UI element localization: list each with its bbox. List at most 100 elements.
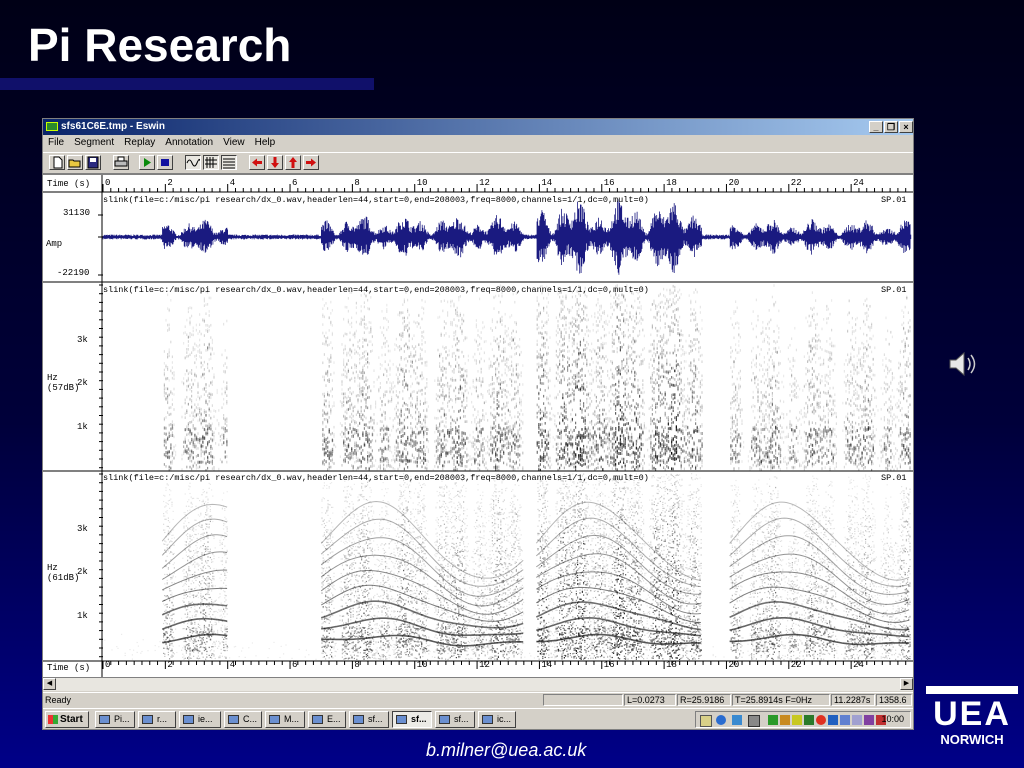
- time-tick-label: 10: [417, 178, 428, 188]
- stop-button[interactable]: [157, 155, 173, 170]
- status-time-freq: T=25.8914s F=0Hz: [732, 694, 830, 706]
- play-button[interactable]: [139, 155, 155, 170]
- status-blank: [543, 694, 623, 706]
- time-tick-label: 4: [230, 178, 235, 188]
- close-icon: ×: [903, 122, 908, 132]
- tray-ie-icon[interactable]: [716, 715, 726, 725]
- uea-logo: UEA NORWICH: [926, 686, 1018, 758]
- window-titlebar[interactable]: sfs61C6E.tmp - Eswin _ ❐ ×: [43, 119, 913, 135]
- tray-security-icon[interactable]: [864, 715, 874, 725]
- time-tick-label: 8: [354, 660, 359, 670]
- arrow-left-button[interactable]: [249, 155, 265, 170]
- restore-button[interactable]: ❐: [884, 121, 898, 133]
- waveform-ylabel: Amp: [46, 239, 62, 249]
- waveform-trace: [102, 199, 912, 275]
- taskbar-app-icon: [353, 715, 364, 724]
- waveform-view-button[interactable]: [185, 155, 201, 170]
- taskbar-button-label: ie...: [198, 714, 213, 724]
- stop-icon: [161, 159, 169, 166]
- menu-replay[interactable]: Replay: [119, 135, 160, 151]
- narrowband-tick-3k: 3k: [77, 524, 88, 534]
- time-axis-bottom: [102, 661, 907, 669]
- tray-refresh-icon[interactable]: [780, 715, 790, 725]
- lines-view-button[interactable]: [221, 155, 237, 170]
- tray-volume-icon[interactable]: [792, 715, 802, 725]
- tray-doc-icon[interactable]: [700, 715, 712, 727]
- restore-icon: ❐: [887, 122, 895, 132]
- footer-email[interactable]: b.milner@uea.ac.uk: [426, 740, 586, 761]
- time-tick-label: 0: [105, 660, 110, 670]
- print-button[interactable]: [113, 155, 129, 170]
- logo-norwich-text: NORWICH: [926, 732, 1018, 748]
- menu-help[interactable]: Help: [250, 135, 281, 151]
- arrow-right-button[interactable]: [303, 155, 319, 170]
- taskbar-button[interactable]: sf...: [435, 711, 475, 728]
- save-button[interactable]: [85, 155, 101, 170]
- tray-desktop-icon[interactable]: [732, 715, 742, 725]
- taskbar-button-label: sf...: [368, 714, 383, 724]
- tray-network-icon[interactable]: [768, 715, 778, 725]
- taskbar-button-label: Pi...: [114, 714, 130, 724]
- close-button[interactable]: ×: [899, 121, 913, 133]
- taskbar-button[interactable]: ie...: [179, 711, 221, 728]
- spectrogram-view-button[interactable]: [203, 155, 219, 170]
- status-right-cursor: R=25.9186: [677, 694, 731, 706]
- taskbar-app-icon: [99, 715, 110, 724]
- scroll-left-arrow-icon[interactable]: ◀: [43, 678, 56, 690]
- new-file-icon: [53, 156, 63, 169]
- tray-antivirus-icon[interactable]: [816, 715, 826, 725]
- arrow-up-icon: [289, 157, 297, 168]
- time-tick-label: 20: [728, 178, 739, 188]
- menu-annotation[interactable]: Annotation: [160, 135, 218, 151]
- tray-monitor-icon[interactable]: [804, 715, 814, 725]
- waveform-source: slink(file=c:/misc/pi research/dx_0.wav,…: [103, 195, 649, 205]
- taskbar-clock[interactable]: 10:00: [881, 712, 904, 727]
- taskbar-app-icon: [142, 715, 153, 724]
- time-axis-label-bottom: Time (s): [47, 663, 90, 673]
- tray-keyboard-icon[interactable]: [852, 715, 862, 725]
- menu-segment[interactable]: Segment: [69, 135, 119, 151]
- tray-flag-icon[interactable]: [840, 715, 850, 725]
- menu-bar: File Segment Replay Annotation View Help: [43, 135, 913, 151]
- taskbar-button[interactable]: M...: [265, 711, 305, 728]
- narrowband-spectrogram: [104, 473, 912, 661]
- arrow-down-button[interactable]: [267, 155, 283, 170]
- arrow-right-icon: [306, 158, 316, 167]
- time-tick-label: 8: [354, 178, 359, 188]
- taskbar-button[interactable]: r...: [138, 711, 176, 728]
- system-tray: 10:00: [695, 711, 911, 728]
- scroll-right-arrow-icon[interactable]: ▶: [900, 678, 913, 690]
- time-tick-label: 2: [167, 660, 172, 670]
- time-tick-label: 2: [167, 178, 172, 188]
- time-tick-label: 20: [728, 660, 739, 670]
- taskbar-button[interactable]: E...: [308, 711, 346, 728]
- minimize-button[interactable]: _: [869, 121, 883, 133]
- app-icon: [46, 122, 58, 131]
- taskbar-button[interactable]: sf...: [349, 711, 389, 728]
- time-tick-label: 18: [666, 660, 677, 670]
- open-button[interactable]: [67, 155, 83, 170]
- horizontal-scrollbar[interactable]: ◀ ▶: [43, 677, 913, 691]
- menu-file[interactable]: File: [43, 135, 69, 151]
- narrowband-source: slink(file=c:/misc/pi research/dx_0.wav,…: [103, 473, 649, 483]
- taskbar-button-label: E...: [327, 714, 341, 724]
- taskbar-button[interactable]: ic...: [478, 711, 516, 728]
- tray-app-icon[interactable]: [748, 715, 760, 727]
- start-button[interactable]: Start: [45, 711, 89, 728]
- status-left-cursor: L=0.0273: [624, 694, 676, 706]
- taskbar-button-label: sf...: [454, 714, 469, 724]
- taskbar-button[interactable]: sf...: [392, 711, 432, 728]
- taskbar-button-label: M...: [284, 714, 299, 724]
- tray-shield-icon[interactable]: [828, 715, 838, 725]
- time-tick-label: 16: [604, 178, 615, 188]
- plot-area[interactable]: Time (s) Time (s) 0 2 4 6 8 10 12 14 16 18 20 22 24 …: [43, 174, 913, 677]
- speaker-icon[interactable]: [944, 346, 980, 382]
- new-file-button[interactable]: [49, 155, 65, 170]
- time-tick-label: 14: [541, 660, 552, 670]
- taskbar-button[interactable]: C...: [224, 711, 262, 728]
- wideband-range: (57dB): [47, 383, 79, 393]
- arrow-up-button[interactable]: [285, 155, 301, 170]
- taskbar-app-icon: [482, 715, 493, 724]
- taskbar-button[interactable]: Pi...: [95, 711, 135, 728]
- menu-view[interactable]: View: [218, 135, 250, 151]
